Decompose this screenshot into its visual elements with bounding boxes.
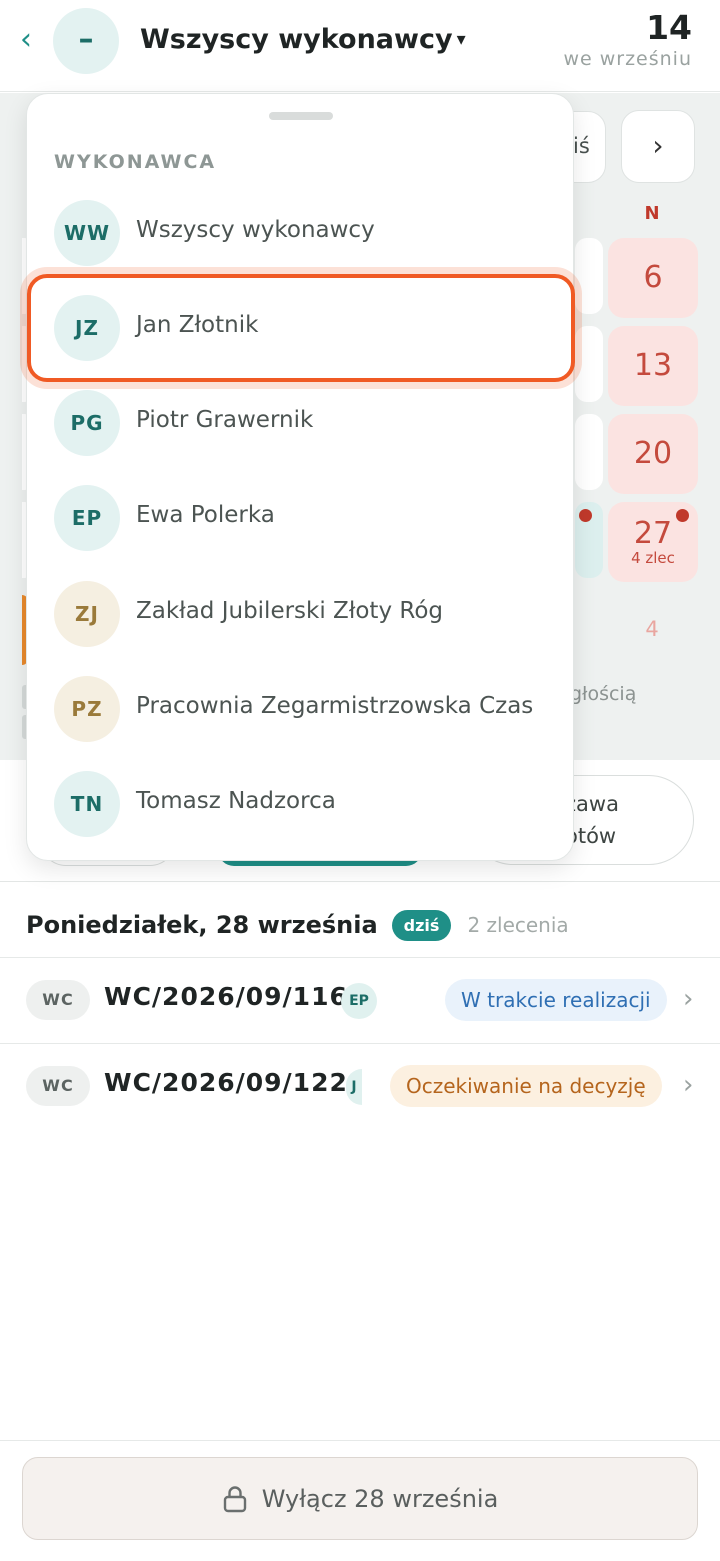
avatar: EP (54, 485, 120, 551)
contractor-name: Wszyscy wykonawcy (136, 217, 375, 243)
calendar-legend: głością (570, 683, 637, 705)
contractor-dropdown: WYKONAWCA WW Wszyscy wykonawcy JZ Jan Zł… (26, 93, 575, 861)
today-badge: dziś (391, 909, 452, 941)
order-type-tag: WC (26, 980, 90, 1020)
status-badge: W trakcie realizacji (445, 979, 667, 1021)
contractor-name: Zakład Jubilerski Złoty Róg (136, 598, 443, 624)
calendar-day-20[interactable]: 20 (608, 414, 698, 494)
calendar-day-27-orders: 4 zlec (631, 549, 675, 567)
order-row[interactable]: WC WC/2026/09/116 EP W trakcie realizacj… (0, 957, 720, 1043)
contractor-option-piotr-grawernik[interactable]: PG Piotr Grawernik (27, 379, 575, 467)
order-type-tag: WC (26, 1066, 90, 1106)
order-id: WC/2026/09/116 (104, 982, 348, 1011)
contractor-name: Pracownia Zegarmistrzowska Czas (136, 693, 534, 719)
day-section-header: Poniedziałek, 28 września dziś 2 zleceni… (26, 905, 569, 945)
lock-icon (223, 1485, 246, 1512)
chevron-right-icon: › (683, 1070, 694, 1100)
avatar: JZ (54, 295, 120, 361)
event-dot (579, 509, 592, 522)
contractor-option-all[interactable]: WW Wszyscy wykonawcy (27, 189, 575, 277)
avatar: ZJ (54, 581, 120, 647)
bottom-bar: Wyłącz 28 września (0, 1440, 720, 1561)
event-dot (676, 509, 689, 522)
disable-day-button[interactable]: Wyłącz 28 września (22, 1457, 698, 1540)
contractor-option-pracownia-zegarmistrzowska[interactable]: PZ Pracownia Zegarmistrzowska Czas (27, 665, 575, 753)
next-month-button[interactable]: › (621, 110, 695, 183)
calendar-day-6[interactable]: 6 (608, 238, 698, 318)
app-header: ‹ – Wszyscy wykonawcy ▾ 14 we wrześniu (0, 0, 720, 92)
collapse-filter-button[interactable]: – (53, 8, 119, 74)
page-title: Wszyscy wykonawcy (140, 24, 453, 55)
order-row[interactable]: WC WC/2026/09/122 J Oczekiwanie na decyz… (0, 1043, 720, 1129)
weekday-header-sunday: N (644, 203, 660, 224)
monthly-count-label: we wrześniu (563, 48, 692, 70)
order-count: 2 zlecenia (467, 913, 569, 937)
contractor-name: Jan Złotnik (136, 312, 259, 338)
contractor-option-jan-zlotnik[interactable]: JZ Jan Złotnik (27, 284, 575, 372)
chevron-right-icon: › (683, 984, 694, 1014)
monthly-order-count: 14 (646, 8, 692, 47)
order-id: WC/2026/09/122 (104, 1068, 348, 1097)
contractor-option-tomasz-nadzorca[interactable]: TN Tomasz Nadzorca (27, 760, 575, 848)
contractor-option-zaklad-jubilerski[interactable]: ZJ Zakład Jubilerski Złoty Róg (27, 570, 575, 658)
disable-day-label: Wyłącz 28 września (261, 1484, 499, 1513)
avatar: PZ (54, 676, 120, 742)
status-badge: Oczekiwanie na decyzję (390, 1065, 662, 1107)
chevron-right-icon: › (652, 129, 664, 162)
calendar-cell[interactable] (575, 414, 603, 490)
day-title: Poniedziałek, 28 września (26, 911, 378, 939)
drag-handle[interactable] (269, 112, 333, 120)
calendar-cell[interactable] (575, 326, 603, 402)
avatar: TN (54, 771, 120, 837)
avatar: WW (54, 200, 120, 266)
calendar-day-next-month: 4 (645, 617, 659, 641)
avatar: J (346, 1069, 362, 1105)
today-button-label: iś (573, 134, 590, 158)
contractor-name: Tomasz Nadzorca (136, 788, 336, 814)
calendar-cell[interactable] (575, 238, 603, 314)
dropdown-heading: WYKONAWCA (54, 151, 217, 173)
avatar: PG (54, 390, 120, 456)
chevron-down-icon: ▾ (456, 29, 466, 50)
contractor-option-ewa-polerka[interactable]: EP Ewa Polerka (27, 474, 575, 562)
contractor-selector[interactable]: Wszyscy wykonawcy ▾ (140, 24, 466, 55)
back-icon[interactable]: ‹ (20, 22, 44, 58)
avatar: EP (341, 983, 377, 1019)
contractor-name: Piotr Grawernik (136, 407, 314, 433)
calendar-day-13[interactable]: 13 (608, 326, 698, 406)
contractor-name: Ewa Polerka (136, 502, 275, 528)
